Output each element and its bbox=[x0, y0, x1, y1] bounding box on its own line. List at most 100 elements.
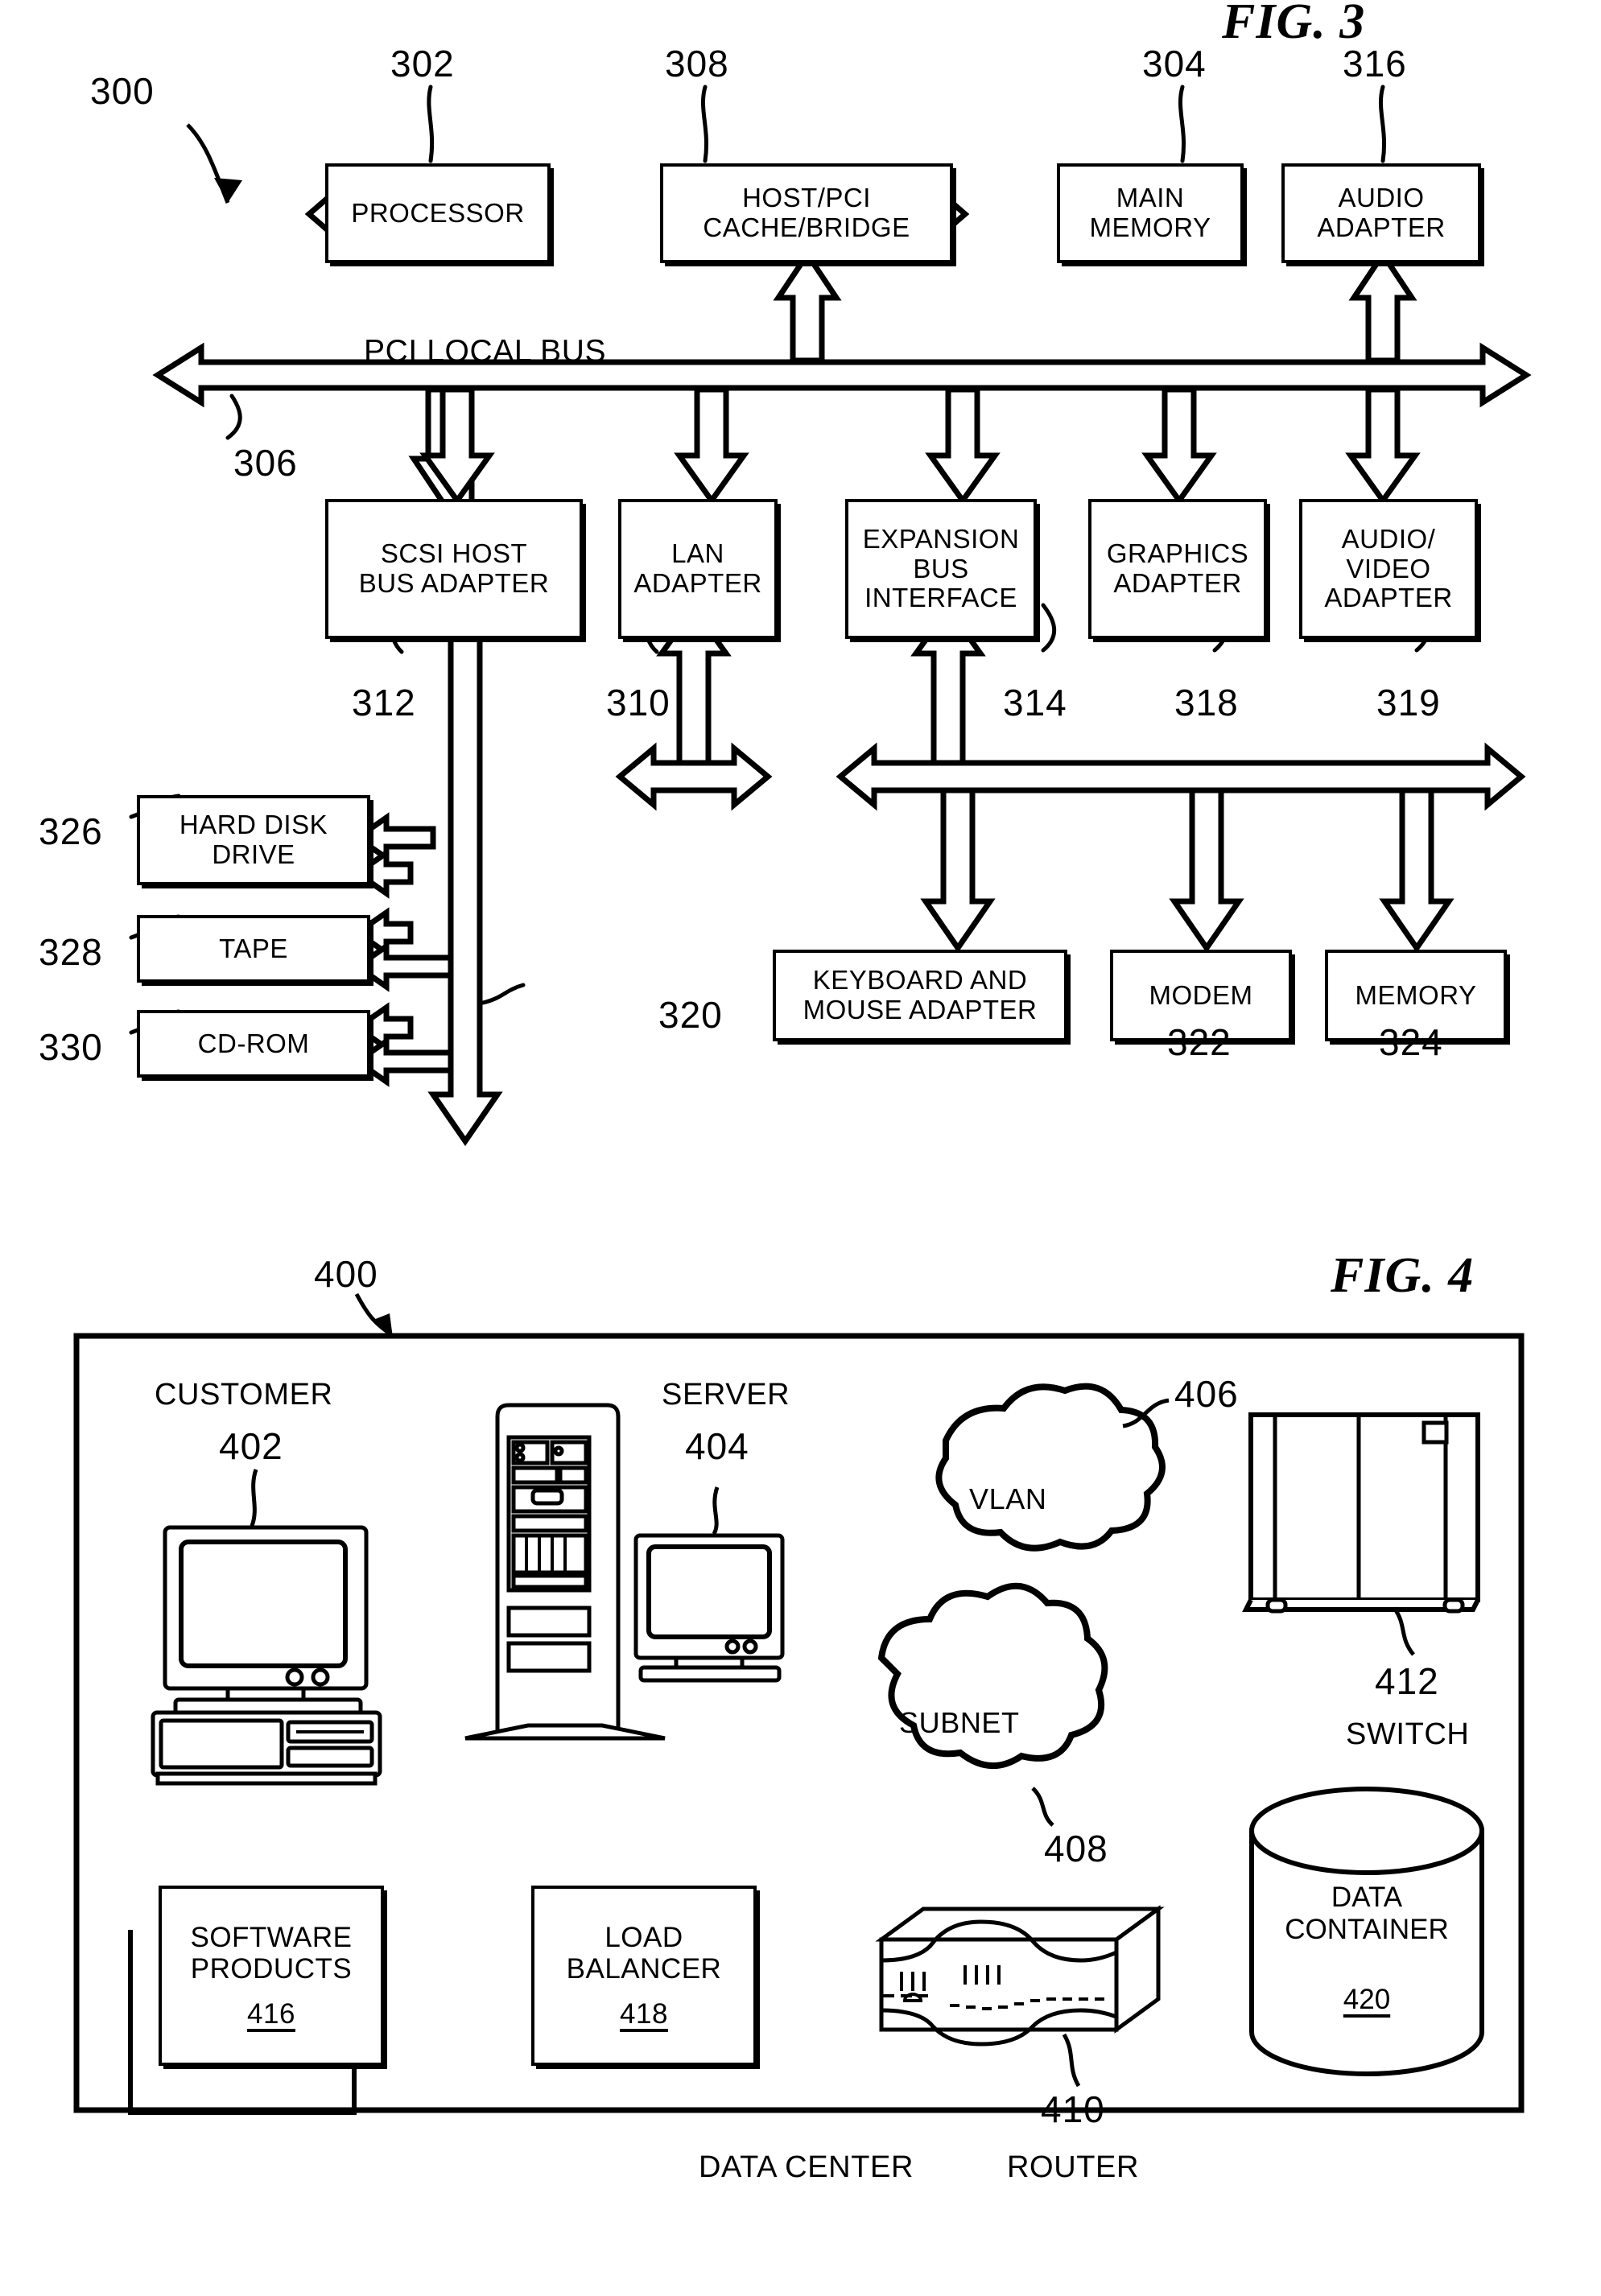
ref-412: 412 bbox=[1375, 1660, 1439, 1702]
box-avadapter-line-1: VIDEO bbox=[1346, 553, 1431, 583]
box-audio-video-adapter[interactable]: AUDIO/ VIDEO ADAPTER bbox=[1299, 499, 1478, 639]
box-software-products[interactable]: SOFTWARE PRODUCTS 416 bbox=[159, 1886, 384, 2066]
box-audio-adapter[interactable]: AUDIO ADAPTER bbox=[1281, 163, 1481, 263]
box-keyboard-and-mouse-adapter[interactable]: KEYBOARD AND MOUSE ADAPTER bbox=[773, 950, 1067, 1041]
expansion-down-arrows bbox=[920, 787, 1455, 954]
ref-326: 326 bbox=[39, 810, 103, 852]
pci-local-bus bbox=[152, 342, 1532, 408]
ref-308: 308 bbox=[665, 43, 729, 85]
fig3-ref-300: 300 bbox=[90, 70, 155, 112]
switch-label: SWITCH bbox=[1346, 1717, 1470, 1751]
box-graphics-line-1: ADAPTER bbox=[1113, 568, 1242, 598]
subnet-label: SUBNET bbox=[899, 1706, 1020, 1739]
ref-314: 314 bbox=[1003, 682, 1067, 723]
software-products-line-1: PRODUCTS bbox=[190, 1953, 353, 1985]
box-main-memory[interactable]: MAIN MEMORY bbox=[1057, 163, 1244, 263]
ref-300-arrowhead bbox=[214, 178, 242, 203]
box-modem-line-0: MODEM bbox=[1149, 979, 1253, 1010]
box-lan-line-1: ADAPTER bbox=[633, 568, 762, 598]
ref-406: 406 bbox=[1174, 1373, 1239, 1415]
data-container-label-group: DATA CONTAINER 420 bbox=[1252, 1882, 1482, 2016]
box-host-pci-cache-bridge-line-0: HOST/PCI bbox=[742, 183, 871, 213]
box-audio-adapter-line-0: AUDIO bbox=[1338, 183, 1425, 213]
router-icon bbox=[875, 1905, 1165, 2047]
box-lan-adapter[interactable]: LAN ADAPTER bbox=[618, 499, 778, 639]
patent-drawing-sheet: FIG. 3 300 302 308 304 316 PROCESSOR HOS… bbox=[0, 0, 1601, 2296]
ref-318: 318 bbox=[1174, 682, 1239, 723]
box-expansion-line-1: BUS bbox=[913, 553, 969, 583]
server-monitor-icon bbox=[633, 1533, 785, 1683]
ref-408: 408 bbox=[1044, 1828, 1108, 1869]
box-kbm-line-1: MOUSE ADAPTER bbox=[803, 995, 1038, 1024]
down-arrow-expansion bbox=[925, 386, 1001, 506]
box-memory-line-0: MEMORY bbox=[1355, 979, 1477, 1010]
down-arrow-avadapter bbox=[1345, 386, 1421, 506]
software-products-line-0: SOFTWARE bbox=[190, 1922, 353, 1954]
ref-418: 418 bbox=[620, 1997, 668, 2030]
ref-304: 304 bbox=[1142, 43, 1207, 85]
box-host-pci-cache-bridge[interactable]: HOST/PCI CACHE/BRIDGE bbox=[660, 163, 953, 263]
ref-404-lead bbox=[712, 1486, 720, 1535]
down-arrow-modem bbox=[1169, 787, 1244, 954]
switch-icon bbox=[1242, 1412, 1480, 1614]
box-expansion-line-0: EXPANSION bbox=[862, 523, 1020, 554]
box-hdd-line-0: HARD DISK bbox=[179, 810, 328, 840]
ref-404: 404 bbox=[685, 1425, 749, 1467]
ref-402: 402 bbox=[219, 1425, 283, 1467]
load-balancer-line-0: LOAD bbox=[605, 1922, 683, 1954]
fig4-ref-400: 400 bbox=[314, 1253, 378, 1295]
down-arrow-memory bbox=[1379, 787, 1455, 954]
box-processor[interactable]: PROCESSOR bbox=[325, 163, 551, 263]
box-load-balancer[interactable]: LOAD BALANCER 418 bbox=[531, 1886, 757, 2066]
down-arrow-graphics bbox=[1141, 386, 1217, 506]
vlan-cloud-icon bbox=[935, 1383, 1166, 1552]
ref-330: 330 bbox=[39, 1026, 103, 1068]
bus-riser-to-bridge bbox=[773, 249, 842, 364]
customer-label: CUSTOMER bbox=[155, 1378, 333, 1412]
box-main-memory-line-0: MAIN bbox=[1116, 183, 1185, 213]
ref-416: 416 bbox=[247, 1997, 295, 2030]
pci-local-bus-label: PCI LOCAL BUS bbox=[364, 334, 607, 369]
ref-408-lead bbox=[1031, 1787, 1054, 1827]
box-lan-line-0: LAN bbox=[671, 538, 724, 569]
ref-319: 319 bbox=[1376, 682, 1441, 723]
ref-302: 302 bbox=[390, 43, 455, 85]
customer-workstation-icon bbox=[151, 1525, 382, 1786]
box-scsi-line-0: SCSI HOST bbox=[380, 538, 528, 569]
scsi-device-branches bbox=[352, 812, 454, 1087]
down-arrow-lan bbox=[674, 386, 749, 506]
box-processor-line-0: PROCESSOR bbox=[351, 197, 525, 228]
box-expansion-bus-interface[interactable]: EXPANSION BUS INTERFACE bbox=[845, 499, 1037, 639]
server-label: SERVER bbox=[662, 1378, 790, 1412]
ref-310: 310 bbox=[606, 682, 671, 723]
router-label: ROUTER bbox=[1007, 2150, 1140, 2184]
data-container-line-0: DATA bbox=[1331, 1882, 1403, 1913]
ref-412-lead bbox=[1392, 1606, 1415, 1656]
fig4-title: FIG. 4 bbox=[1331, 1248, 1475, 1303]
vlan-label: VLAN bbox=[969, 1482, 1047, 1515]
box-main-memory-line-1: MEMORY bbox=[1089, 212, 1211, 242]
box-audio-adapter-line-1: ADAPTER bbox=[1317, 212, 1446, 242]
box-cd-rom[interactable]: CD-ROM bbox=[137, 1010, 370, 1078]
box-hdd-line-1: DRIVE bbox=[212, 839, 295, 869]
ref-316: 316 bbox=[1343, 43, 1407, 85]
load-balancer-line-1: BALANCER bbox=[566, 1953, 722, 1985]
box-hard-disk-drive[interactable]: HARD DISK DRIVE bbox=[137, 795, 370, 885]
box-kbm-line-0: KEYBOARD AND bbox=[812, 965, 1028, 995]
box-expansion-line-2: INTERFACE bbox=[864, 583, 1017, 613]
box-scsi-host-bus-adapter[interactable]: SCSI HOST BUS ADAPTER bbox=[325, 499, 583, 639]
bus-riser-to-audio-adapter bbox=[1348, 249, 1417, 364]
ref-402-lead bbox=[250, 1469, 258, 1527]
ref-410: 410 bbox=[1041, 2088, 1105, 2130]
ref-410-lead bbox=[1062, 2033, 1081, 2088]
ref-324: 324 bbox=[1379, 1021, 1443, 1063]
box-avadapter-line-2: ADAPTER bbox=[1324, 583, 1453, 613]
ref-328: 328 bbox=[39, 931, 103, 973]
box-graphics-adapter[interactable]: GRAPHICS ADAPTER bbox=[1088, 499, 1267, 639]
data-container-line-1: CONTAINER bbox=[1285, 1914, 1449, 1946]
ref-320: 320 bbox=[658, 994, 723, 1036]
box-tape[interactable]: TAPE bbox=[137, 915, 370, 983]
data-center-label: DATA CENTER bbox=[699, 2150, 914, 2184]
box-host-pci-cache-bridge-line-1: CACHE/BRIDGE bbox=[703, 212, 910, 242]
ref-306: 306 bbox=[233, 442, 298, 484]
